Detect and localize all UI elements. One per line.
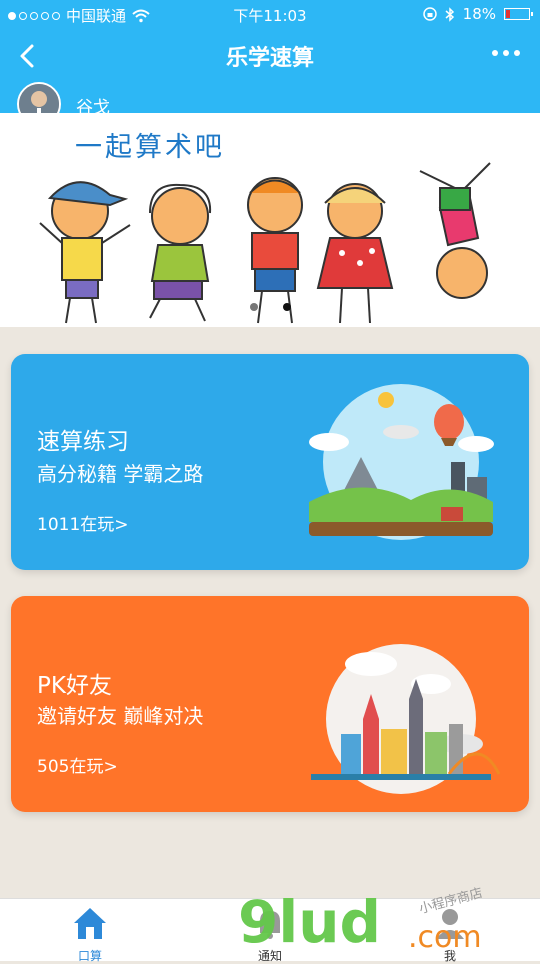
banner-pager [0, 303, 540, 311]
card-player-count[interactable]: 1011在玩> [37, 510, 129, 535]
pk-friends-card[interactable]: PK好友 邀请好友 巅峰对决 505在玩> [11, 596, 529, 812]
card-title: 速算练习 [37, 429, 129, 455]
nav-bar: 乐学速算 谷戈 [0, 28, 540, 126]
battery-icon [504, 8, 533, 20]
status-bar: 中国联通 下午11:03 18% [0, 0, 540, 28]
tab-label: 口算 [77, 949, 102, 963]
rotation-lock-icon [422, 7, 437, 21]
card-subtitle: 高分秘籍 学霸之路 [37, 462, 204, 486]
landscape-illustration [309, 384, 494, 540]
tab-bar: 口算 通知 我 [0, 898, 540, 963]
bell-icon [260, 911, 280, 939]
pager-dot-active[interactable] [282, 303, 291, 311]
kids-illustration [39, 162, 491, 324]
speed-practice-card[interactable]: 速算练习 高分秘籍 学霸之路 1011在玩> [11, 354, 529, 570]
home-icon [74, 908, 106, 939]
card-subtitle: 邀请好友 巅峰对决 [37, 704, 204, 728]
card-player-count[interactable]: 505在玩> [37, 752, 118, 777]
user-icon [436, 909, 464, 939]
tab-notification[interactable]: 通知 [225, 903, 315, 963]
tab-label: 通知 [257, 949, 282, 963]
tab-oral-calc[interactable]: 口算 [45, 903, 135, 963]
pager-dot[interactable] [249, 303, 258, 311]
cityscape-illustration [311, 644, 501, 794]
more-icon[interactable] [492, 50, 520, 56]
battery-percent: 18% [462, 5, 496, 23]
page-title: 乐学速算 [225, 46, 314, 71]
tab-me[interactable]: 我 [405, 903, 495, 963]
tab-label: 我 [443, 949, 456, 963]
bluetooth-icon [445, 6, 454, 22]
banner-carousel[interactable]: 一起算术吧 [0, 113, 540, 327]
card-title: PK好友 [37, 673, 112, 699]
